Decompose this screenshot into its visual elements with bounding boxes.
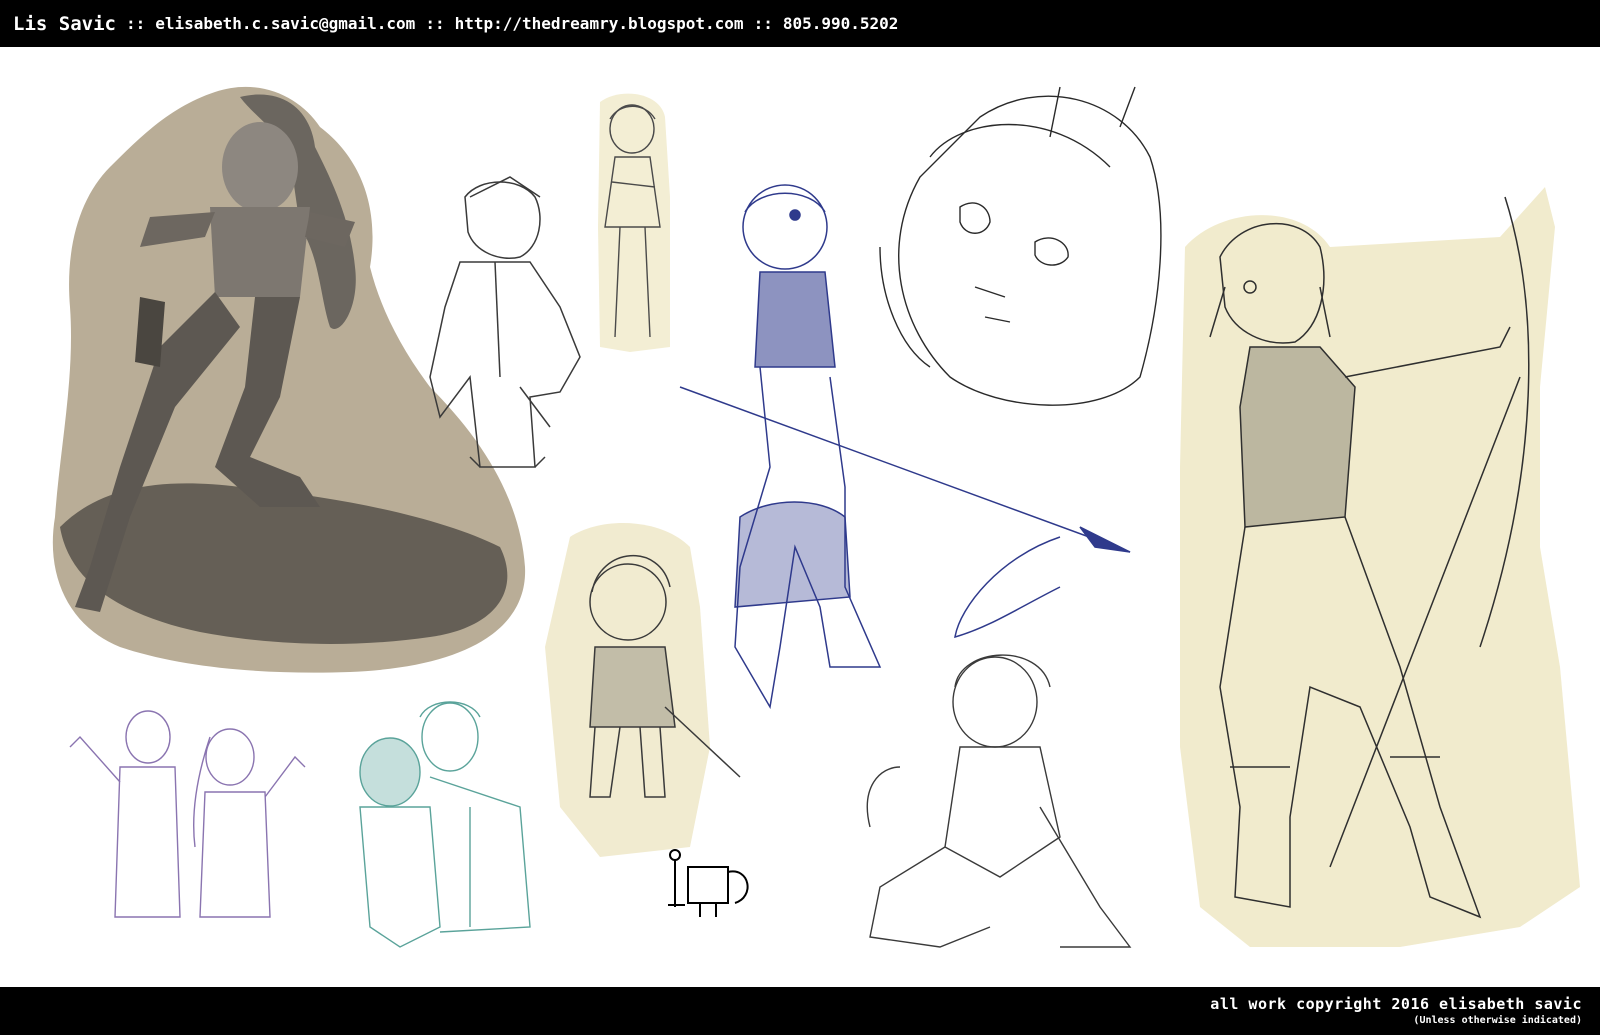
copyright-note: (Unless otherwise indicated) xyxy=(1413,1015,1582,1026)
copyright-notice: all work copyright 2016 elisabeth savic xyxy=(1210,995,1582,1013)
separator: :: xyxy=(125,14,146,33)
teal-couple-sketch xyxy=(359,701,531,948)
robot-doodle xyxy=(668,849,749,917)
artist-name: Lis Savic xyxy=(13,12,116,35)
archer-girl-yellow-sketch xyxy=(1180,187,1580,947)
chibi-knight-sketch xyxy=(545,523,741,857)
crouching-girl-sketch xyxy=(866,654,1132,948)
sketch-collage xyxy=(0,47,1600,987)
face-closeup-sketch xyxy=(879,86,1162,406)
footer-bar: all work copyright 2016 elisabeth savic … xyxy=(0,987,1600,1035)
small-girl-yellow-sketch xyxy=(598,93,670,352)
blue-spear-girl-sketch xyxy=(679,184,1131,710)
separator: :: xyxy=(753,14,773,33)
website-link[interactable]: http://thedreamry.blogspot.com xyxy=(455,14,744,33)
kraft-warrior-sketch xyxy=(52,86,526,673)
phone-number: 805.990.5202 xyxy=(782,14,899,33)
purple-duo-sketch xyxy=(69,710,306,918)
email-address: elisabeth.c.savic@gmail.com xyxy=(155,14,416,33)
separator: :: xyxy=(425,14,445,33)
header-bar: Lis Savic :: elisabeth.c.savic@gmail.com… xyxy=(0,0,1600,47)
